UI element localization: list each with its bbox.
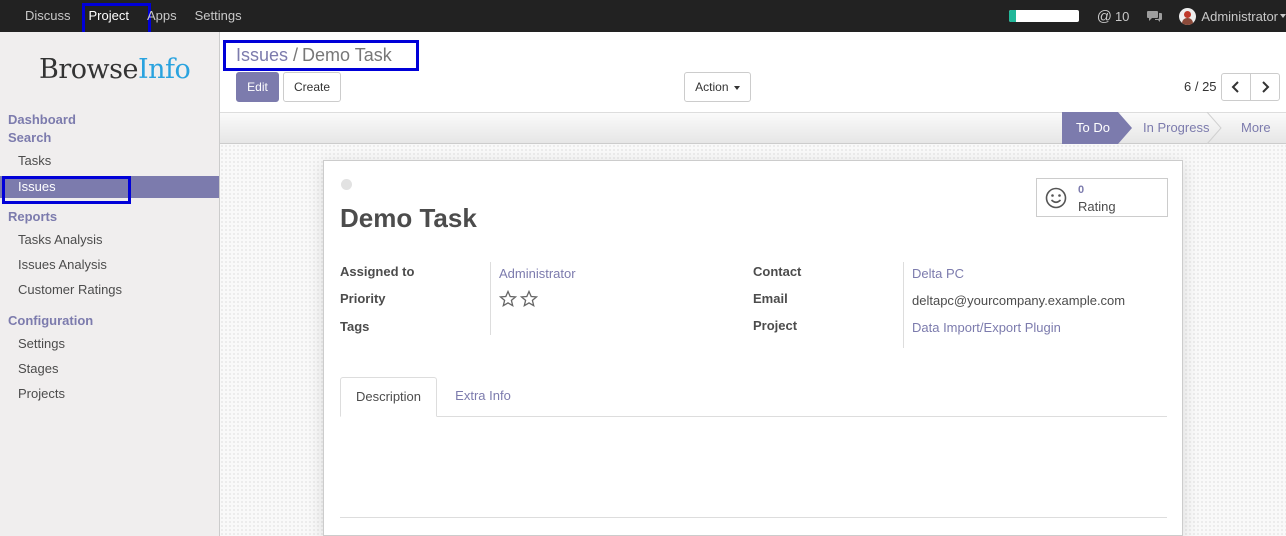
sidebar-item-issues[interactable]: Issues [0,176,219,204]
form-sheet: 0 Rating Demo Task Assigned to Priority … [323,160,1183,536]
planner-progress-bar[interactable] [1008,10,1079,22]
menu-project[interactable]: Project [80,0,152,35]
mention-count: 10 [1114,8,1130,24]
field-divider [490,262,491,335]
sidebar-item-projects[interactable]: Projects [0,383,219,405]
sidebar-title-reports[interactable]: Reports [8,209,57,224]
email-value: deltapc@yourcompany.example.com [912,293,1126,308]
task-title: Demo Task [340,203,477,233]
stage-arrow [1118,112,1132,144]
pager-value[interactable]: 6 / 25 [1184,79,1217,94]
rating-count: 0 [1078,184,1085,196]
sidebar-item-customer-ratings[interactable]: Customer Ratings [0,279,219,301]
mentions-indicator[interactable]: @ 10 [1097,8,1130,25]
sidebar-item-issues-analysis[interactable]: Issues Analysis [0,254,219,276]
user-name[interactable]: Administrator [1201,9,1278,24]
systray: @ 10 Administrator [1008,0,1286,32]
chevron-right-icon [1262,81,1270,93]
description-bottom-border [340,517,1167,518]
progress-fill [1008,10,1016,22]
stage-more[interactable]: More [1241,112,1281,144]
breadcrumb: Issues / Demo Task [223,40,419,71]
chat-icon[interactable] [1147,10,1163,22]
sidebar-title-configuration[interactable]: Configuration [8,313,93,328]
pager-next-button[interactable] [1250,73,1280,101]
email-label: Email [753,291,788,306]
pager-previous-button[interactable] [1221,73,1251,101]
priority-label: Priority [340,291,386,306]
top-menu: Discuss Project Apps Settings [16,0,251,35]
create-button[interactable]: Create [283,72,341,102]
rating-button[interactable]: 0 Rating [1036,178,1168,217]
kanban-state-dot[interactable] [341,179,352,190]
rating-label: Rating [1078,199,1116,214]
at-icon: @ [1096,7,1112,25]
sidebar-title-search[interactable]: Search [8,130,51,145]
chevron-left-icon [1231,81,1239,93]
sidebar-item-stages[interactable]: Stages [0,358,219,380]
action-label: Action [695,80,729,94]
stage-separator [1206,112,1222,144]
stage-todo[interactable]: To Do [1062,112,1118,144]
star-icon[interactable] [499,290,517,308]
top-navbar: Discuss Project Apps Settings @ 10 Admin… [0,0,1286,35]
tab-extra-info[interactable]: Extra Info [438,377,528,417]
breadcrumb-separator: / [293,45,299,65]
star-icon[interactable] [520,290,538,308]
sidebar-item-settings[interactable]: Settings [0,333,219,355]
menu-settings[interactable]: Settings [186,0,251,32]
action-dropdown-button[interactable]: Action [684,72,751,102]
contact-value[interactable]: Delta PC [912,266,964,281]
project-label: Project [753,318,798,333]
sidebar-title-dashboard[interactable]: Dashboard [8,112,76,127]
assigned-to-value[interactable]: Administrator [499,266,576,281]
breadcrumb-current: Demo Task [302,45,392,65]
tags-label: Tags [340,319,370,334]
edit-button[interactable]: Edit [236,72,279,102]
sidebar-item-tasks-analysis[interactable]: Tasks Analysis [0,229,219,251]
avatar[interactable] [1179,7,1197,25]
sidebar-item-tasks[interactable]: Tasks [0,150,219,172]
project-value[interactable]: Data Import/Export Plugin [912,320,1061,335]
contact-label: Contact [753,264,802,279]
menu-discuss[interactable]: Discuss [16,0,80,32]
breadcrumb-issues[interactable]: Issues [236,45,288,65]
stage-in-progress[interactable]: In Progress [1143,112,1215,144]
smile-icon [1045,187,1067,209]
caret-down-icon [733,85,740,90]
logo: BrowseInfo [39,54,191,85]
tab-description[interactable]: Description [340,377,437,417]
field-divider [903,262,904,348]
assigned-to-label: Assigned to [340,264,415,279]
menu-apps[interactable]: Apps [138,0,186,32]
caret-down-icon[interactable] [1280,14,1286,18]
